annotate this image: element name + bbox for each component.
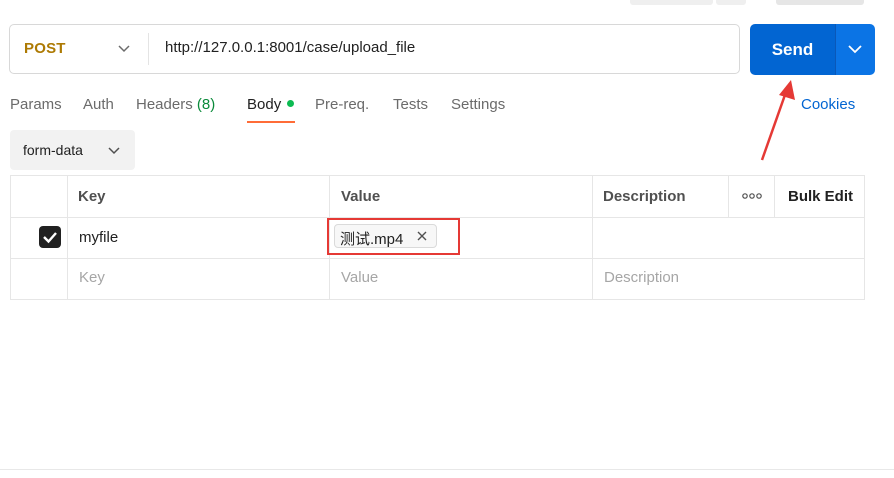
active-tab-underline [247,121,295,123]
row-enabled-checkbox[interactable] [39,226,61,248]
value-placeholder[interactable]: Value [341,269,378,286]
tab-headers[interactable]: Headers (8) [136,96,215,113]
annotation-arrow-icon [760,80,795,161]
send-options-button[interactable] [835,24,875,75]
bulk-edit-button[interactable]: Bulk Edit [788,188,853,205]
column-header-description: Description [603,188,686,205]
description-placeholder[interactable]: Description [604,269,679,286]
cookies-link[interactable]: Cookies [801,96,855,113]
method-label: POST [24,40,66,57]
body-mode-label: form-data [23,142,83,158]
panel-divider [0,469,894,470]
check-icon [43,232,57,244]
headers-count-badge: (8) [196,96,216,113]
chevron-down-icon [848,45,862,54]
top-toggle-fragment [776,0,864,5]
tab-settings[interactable]: Settings [451,96,505,113]
table-divider [728,175,729,217]
more-options-icon[interactable] [742,191,762,201]
annotation-highlight-box [327,218,460,255]
chevron-down-icon [108,147,120,155]
tab-headers-label: Headers [136,96,193,113]
tab-tests[interactable]: Tests [393,96,428,113]
table-divider [67,175,68,300]
table-divider [10,258,865,259]
key-placeholder[interactable]: Key [79,269,105,286]
tab-prereq[interactable]: Pre-req. [315,96,369,113]
url-input[interactable]: http://127.0.0.1:8001/case/upload_file [165,39,415,56]
tab-body[interactable]: Body [247,96,281,113]
divider [148,33,149,65]
top-toolbar-fragment [630,0,713,5]
body-mode-select[interactable]: form-data [10,130,135,170]
table-divider [774,175,775,217]
tab-params[interactable]: Params [10,96,62,113]
row-key[interactable]: myfile [79,229,118,246]
tab-auth[interactable]: Auth [83,96,114,113]
method-select[interactable]: POST [10,25,149,73]
table-divider [592,175,593,300]
column-header-value: Value [341,188,381,205]
send-button[interactable]: Send [750,24,835,75]
top-toolbar-fragment [716,0,746,5]
chevron-down-icon [118,45,130,53]
body-active-dot [287,100,294,107]
column-header-key: Key [78,188,106,205]
request-url-bar: POST http://127.0.0.1:8001/case/upload_f… [9,24,740,74]
